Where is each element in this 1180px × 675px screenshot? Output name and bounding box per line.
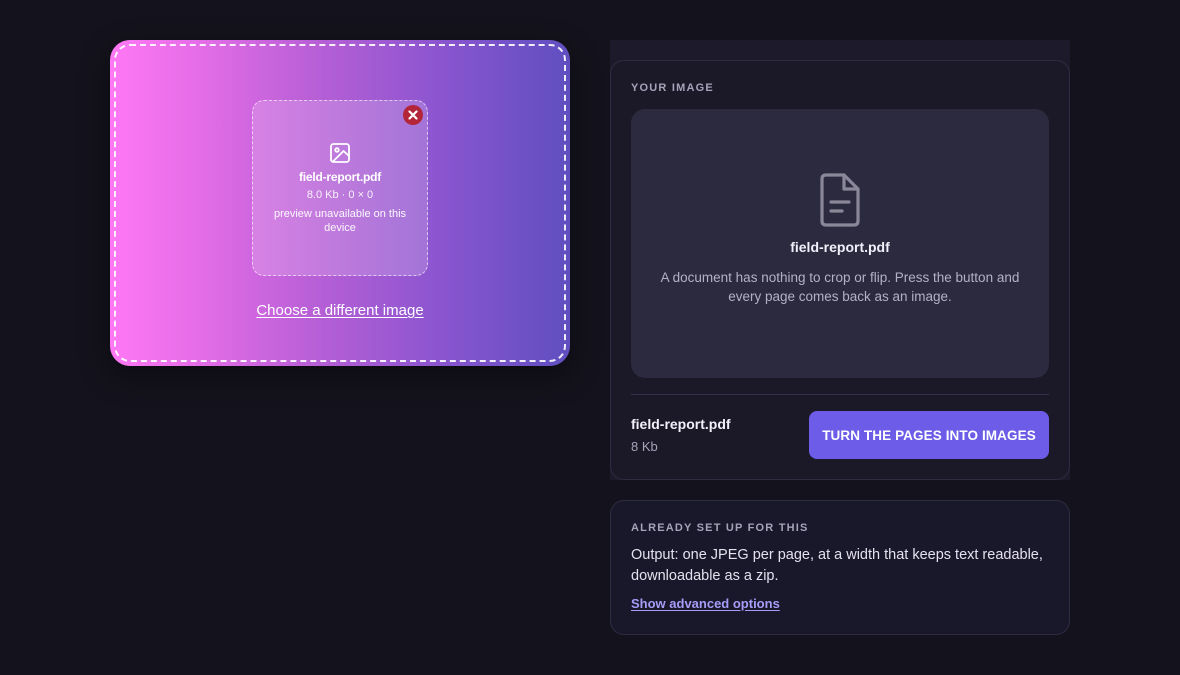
preset-card: ALREADY SET UP FOR THIS Output: one JPEG… <box>610 500 1070 635</box>
upload-dropzone[interactable]: field-report.pdf 8.0 Kb · 0 × 0 preview … <box>110 40 570 366</box>
convert-pages-button[interactable]: TURN THE PAGES INTO IMAGES <box>809 411 1049 459</box>
file-size-label: 8 Kb <box>631 439 658 454</box>
file-preview-card: field-report.pdf 8.0 Kb · 0 × 0 preview … <box>252 100 428 276</box>
preset-heading: ALREADY SET UP FOR THIS <box>631 522 809 534</box>
preview-file-meta: 8.0 Kb · 0 × 0 <box>306 189 374 201</box>
panel-heading: YOUR IMAGE <box>631 82 714 94</box>
preset-description: Output: one JPEG per page, at a width th… <box>631 547 1043 584</box>
preview-file-name: field-report.pdf <box>298 170 382 184</box>
show-advanced-options-link[interactable]: Show advanced options <box>631 596 780 611</box>
file-panel: YOUR IMAGE field-report.pdf A document h… <box>610 60 1070 480</box>
document-icon <box>820 173 860 227</box>
preview-unavailable-note: preview unavailable on this device <box>273 208 407 234</box>
panel-divider <box>631 394 1049 395</box>
document-preview-description: A document has nothing to crop or flip. … <box>660 270 1020 304</box>
close-icon <box>408 110 418 120</box>
choose-different-image-link[interactable]: Choose a different image <box>110 302 570 319</box>
document-preview-name: field-report.pdf <box>790 239 890 255</box>
remove-file-button[interactable] <box>403 105 423 125</box>
document-preview: field-report.pdf A document has nothing … <box>631 109 1049 378</box>
image-icon <box>330 143 350 163</box>
file-name-label: field-report.pdf <box>631 416 731 432</box>
